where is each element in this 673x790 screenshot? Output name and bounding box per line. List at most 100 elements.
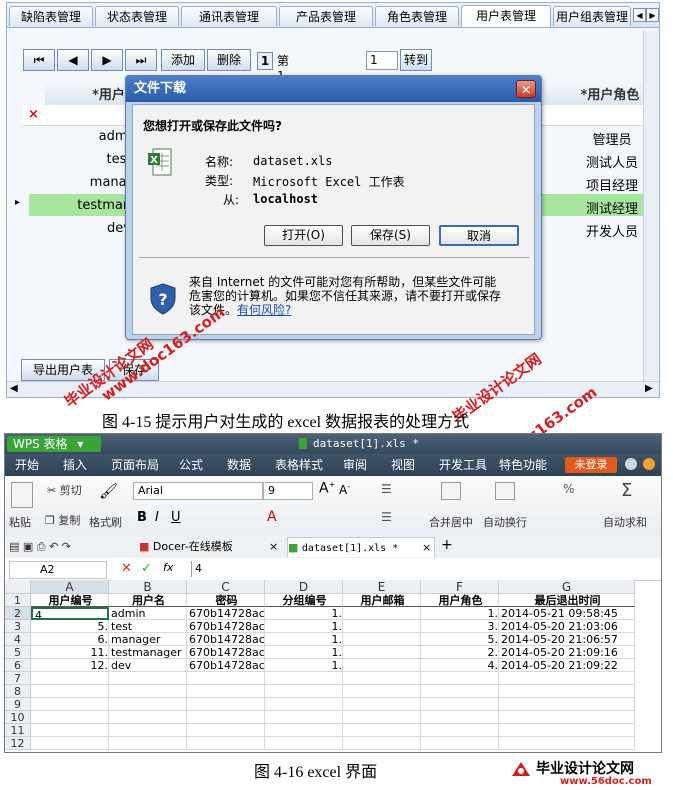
merge-icon[interactable] [441, 482, 461, 500]
grid-cell[interactable] [343, 607, 421, 620]
confirm-edit-icon[interactable]: ✓ [141, 561, 152, 576]
formula-input[interactable]: 4 [191, 561, 661, 577]
grid-cell[interactable] [499, 698, 635, 711]
grid-cell[interactable]: 1. [265, 620, 343, 633]
grid-cell[interactable] [187, 737, 265, 750]
grid-cell[interactable]: manager [109, 633, 187, 646]
grid-cell[interactable] [265, 724, 343, 737]
menu-view[interactable]: 视图 [391, 454, 415, 476]
risk-link[interactable]: 有何风险? [237, 303, 291, 317]
tab-role-table[interactable]: 角色表管理 [375, 6, 459, 26]
font-size-select[interactable]: 9 [263, 482, 313, 500]
grid-cell[interactable] [499, 685, 635, 698]
grid-cell[interactable] [421, 698, 499, 711]
close-icon[interactable]: ✕ [516, 80, 536, 98]
menu-formula[interactable]: 公式 [179, 454, 203, 476]
menu-insert[interactable]: 插入 [63, 454, 87, 476]
tab-product-table[interactable]: 产品表管理 [279, 6, 373, 26]
underline-button[interactable]: U [171, 510, 181, 525]
tab-user-table[interactable]: 用户表管理 [461, 5, 551, 27]
grid-cell[interactable] [187, 698, 265, 711]
grid-cell[interactable]: 2. [421, 646, 499, 659]
grid-cell[interactable]: 3. [421, 620, 499, 633]
align-top-icon[interactable]: ☰ [381, 482, 411, 498]
grid-cell[interactable] [265, 698, 343, 711]
menu-special[interactable]: 特色功能 [499, 454, 547, 476]
grid-cell[interactable] [187, 711, 265, 724]
row-header[interactable]: 3 [5, 620, 31, 633]
clear-filter-icon[interactable]: × [28, 107, 39, 122]
tab-scroll-right-icon[interactable]: ▶ [646, 8, 659, 22]
grid-cell[interactable]: 2014-05-20 21:06:57 [499, 633, 635, 646]
header-cell[interactable]: 用户角色 [421, 594, 499, 607]
row-header[interactable]: 4 [5, 633, 31, 646]
grid-cell[interactable] [343, 711, 421, 724]
font-select[interactable]: Arial [133, 482, 263, 500]
grid-cell[interactable] [499, 724, 635, 737]
grid-cell[interactable] [31, 685, 109, 698]
header-cell[interactable]: 密码 [187, 594, 265, 607]
goto-button[interactable]: 转到 [400, 49, 432, 71]
grid-cell[interactable]: 5. [421, 633, 499, 646]
grid-cell[interactable] [499, 711, 635, 724]
tab-communication-table[interactable]: 通讯表管理 [181, 6, 277, 26]
login-button[interactable]: 未登录 [565, 457, 617, 473]
grid-cell[interactable] [421, 685, 499, 698]
grid-cell[interactable]: dev [109, 659, 187, 672]
header-cell[interactable]: 用户邮箱 [343, 594, 421, 607]
grid-cell[interactable] [343, 659, 421, 672]
next-page-button[interactable]: ▶ [91, 49, 123, 71]
grid-cell[interactable]: 1. [265, 646, 343, 659]
wrap-text-label[interactable]: 自动换行 [483, 514, 527, 530]
select-all-corner[interactable] [5, 580, 31, 594]
grid-cell[interactable] [187, 672, 265, 685]
paste-icon[interactable] [11, 482, 33, 508]
grid-cell[interactable] [109, 698, 187, 711]
col-user-role[interactable]: *用户角色 [567, 84, 653, 103]
save-button[interactable]: 保存(S) [351, 225, 430, 246]
row-header[interactable]: 11 [5, 724, 31, 737]
column-header[interactable]: E [343, 580, 421, 594]
row-header[interactable]: 5 [5, 646, 31, 659]
font-color-icon[interactable]: A [267, 509, 277, 525]
grid-cell[interactable] [31, 737, 109, 750]
row-header[interactable]: 8 [5, 685, 31, 698]
percent-button[interactable]: % [563, 482, 574, 496]
tab-status-table[interactable]: 状态表管理 [95, 6, 179, 26]
grid-cell[interactable] [421, 672, 499, 685]
quick-access-toolbar[interactable]: ▤ ▣ ⎙ ↶ ↷ [9, 540, 119, 554]
grid-cell[interactable] [421, 737, 499, 750]
tab-scroll-left-icon[interactable]: ◀ [633, 8, 646, 22]
close-icon[interactable]: × [422, 538, 431, 558]
grid-cell[interactable]: 670b14728ac99 [187, 646, 265, 659]
scroll-left-icon[interactable]: ◀ [10, 383, 18, 394]
align-left-icon[interactable]: ☰ [381, 510, 411, 526]
scroll-right-icon[interactable]: ▶ [645, 383, 653, 394]
column-header[interactable]: F [421, 580, 499, 594]
grid-cell[interactable] [31, 724, 109, 737]
worksheet-grid[interactable]: A B C D E F G 1 用户编号 用户名 密码 分组编号 用户邮箱 用户角色 最后退出时间 2 4 adm… [5, 580, 661, 752]
doc-tab-dataset[interactable]: ■ dataset[1].xls * × [287, 537, 435, 557]
cut-button[interactable]: ✂ 剪切 [47, 482, 82, 498]
grid-cell[interactable] [109, 724, 187, 737]
grid-cell[interactable] [499, 737, 635, 750]
menu-review[interactable]: 审阅 [343, 454, 367, 476]
paste-label[interactable]: 粘贴 [9, 514, 31, 530]
add-button[interactable]: 添加 [161, 49, 205, 71]
last-page-button[interactable]: ⏭ [125, 49, 157, 71]
menu-page-layout[interactable]: 页面布局 [111, 454, 159, 476]
copy-button[interactable]: ❐ 复制 [45, 512, 80, 528]
header-cell[interactable]: 用户编号 [31, 594, 109, 607]
grid-cell[interactable]: 5. [31, 620, 109, 633]
grid-cell[interactable] [343, 724, 421, 737]
grid-cell[interactable] [265, 737, 343, 750]
row-header[interactable]: 10 [5, 711, 31, 724]
grid-cell[interactable] [343, 646, 421, 659]
name-box[interactable]: A2 [9, 561, 107, 579]
grid-cell[interactable] [343, 633, 421, 646]
grid-cell[interactable]: 11. [31, 646, 109, 659]
fx-icon[interactable]: fx [163, 561, 173, 574]
grid-cell[interactable]: 1. [421, 607, 499, 620]
row-header[interactable]: 1 [5, 594, 31, 607]
sigma-icon[interactable]: Σ [621, 480, 632, 501]
